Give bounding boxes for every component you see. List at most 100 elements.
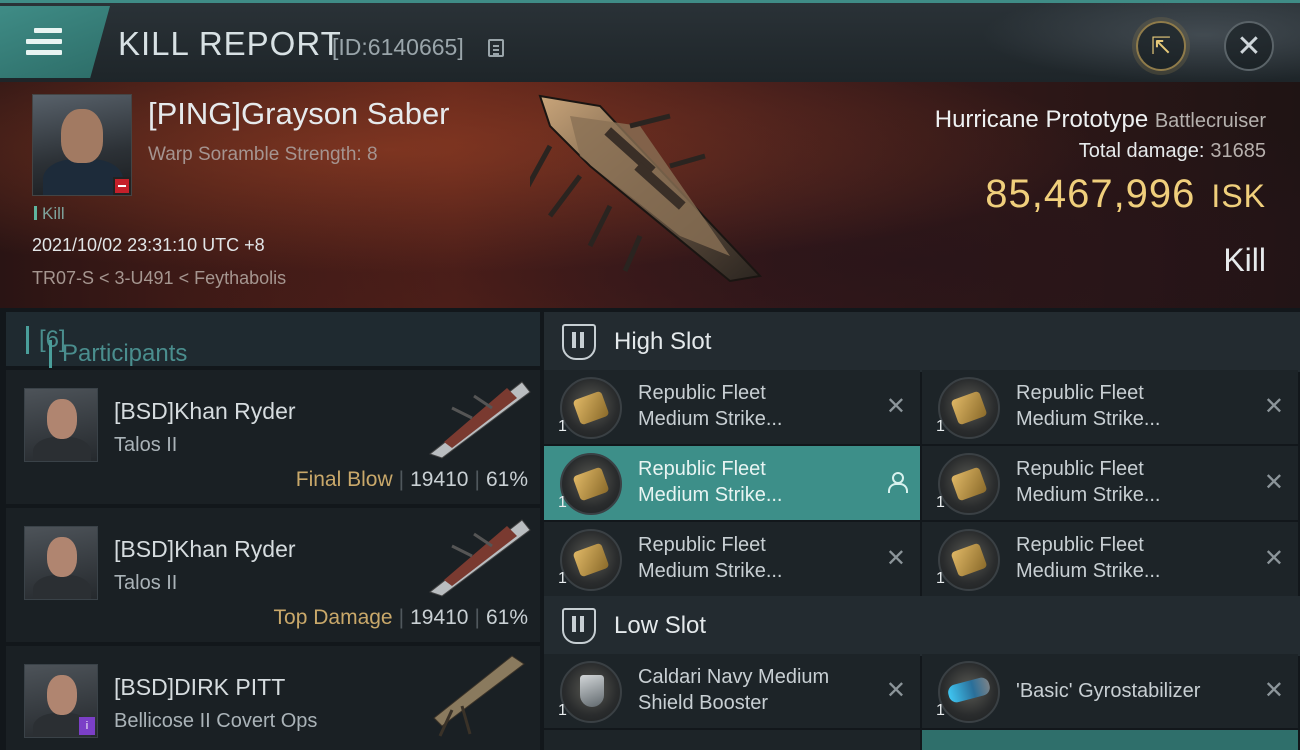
victim-portrait[interactable] — [32, 94, 132, 196]
module-item[interactable]: 1 Republic Fleet Medium Strike... ✕ — [922, 370, 1298, 444]
module-quantity: 1 — [558, 570, 567, 587]
kill-type-tag: Kill — [34, 204, 65, 224]
module-item[interactable]: 1 Republic Fleet Medium Strike... ✕ — [544, 522, 920, 596]
module-item[interactable]: 1 Republic Fleet Medium Strike... ✕ — [544, 370, 920, 444]
isk-value: 85,467,996 ISK — [985, 172, 1266, 217]
victim-ship-image[interactable] — [530, 86, 780, 296]
page-title: KILL REPORT — [118, 25, 342, 62]
module-item[interactable]: 1 Republic Fleet Medium Strike... ✕ — [922, 446, 1298, 520]
close-x-icon[interactable]: ✕ — [1264, 468, 1284, 496]
result-label: Kill — [1223, 242, 1266, 278]
low-slot-title: Low Slot — [614, 612, 707, 639]
low-slot-header: Low Slot — [544, 596, 1300, 656]
avatar[interactable]: i — [24, 664, 98, 738]
victim-name[interactable]: [PING]Grayson Saber — [148, 96, 450, 132]
module-name: Republic Fleet Medium Strike... — [1016, 382, 1161, 430]
close-x-icon[interactable]: ✕ — [886, 392, 906, 420]
menu-button[interactable] — [0, 6, 110, 78]
participant-row[interactable]: [BSD]Khan Ryder Talos II Final Blow | 1941… — [6, 370, 540, 504]
module-name: Republic Fleet Medium Strike... — [638, 382, 783, 430]
avatar[interactable] — [24, 388, 98, 462]
close-x-icon[interactable]: ✕ — [1264, 392, 1284, 420]
close-icon: ✕ — [1236, 28, 1262, 64]
ship-name-text: Hurricane Prototype — [934, 106, 1149, 133]
participant-ship-image — [433, 655, 525, 737]
participants-title: Participants — [49, 340, 187, 368]
module-item[interactable] — [922, 730, 1298, 750]
hostile-badge-icon — [113, 177, 131, 195]
slot-icon — [562, 608, 596, 644]
gyrostabilizer-module-icon — [938, 661, 1000, 723]
participant-stats: Top Damage | 19410 | 61% — [273, 606, 528, 629]
kill-location: TR07-S < 3-U491 < Feythabolis — [32, 268, 287, 288]
module-quantity: 1 — [936, 418, 945, 435]
participant-row[interactable]: i [BSD]DIRK PITT Bellicose II Covert Ops — [6, 646, 540, 750]
module-quantity: 1 — [558, 702, 567, 719]
module-item[interactable]: 1 'Basic' Gyrostabilizer ✕ — [922, 654, 1298, 728]
participant-name: [BSD]DIRK PITT — [114, 674, 286, 700]
module-name: Republic Fleet Medium Strike... — [1016, 458, 1161, 506]
module-item[interactable]: 1 Caldari Navy Medium Shield Booster ✕ — [544, 654, 920, 728]
participant-ship-image — [428, 519, 531, 597]
kill-id: [ID:6140665] — [332, 34, 464, 60]
total-damage-value: 31685 — [1210, 140, 1266, 162]
module-item[interactable] — [544, 730, 920, 750]
participant-ship: Talos II — [114, 434, 178, 456]
share-icon: ⇱ — [1150, 32, 1172, 60]
participant-row[interactable]: [BSD]Khan Ryder Talos II Top Damage | 1941… — [6, 508, 540, 642]
turret-module-icon — [560, 529, 622, 591]
module-name: 'Basic' Gyrostabilizer — [1016, 680, 1201, 702]
ship-class: Battlecruiser — [1154, 110, 1266, 132]
top-bar: KILL REPORT [ID:6140665] ⇱ ✕ — [0, 0, 1300, 83]
victim-banner: [PING]Grayson Saber Warp Soramble Streng… — [0, 82, 1300, 308]
module-name: Republic Fleet Medium Strike... — [1016, 534, 1161, 582]
close-x-icon[interactable]: ✕ — [886, 544, 906, 572]
victim-ship-name[interactable]: Hurricane Prototype Battlecruiser — [935, 106, 1266, 134]
close-x-icon[interactable]: ✕ — [1264, 544, 1284, 572]
module-item[interactable]: 1 Republic Fleet Medium Strike... ✕ — [922, 522, 1298, 596]
turret-module-icon — [938, 529, 1000, 591]
close-x-icon[interactable]: ✕ — [1264, 676, 1284, 704]
participant-ship: Bellicose II Covert Ops — [114, 710, 318, 732]
damage-percent: 61% — [485, 468, 528, 491]
high-slot-header: High Slot — [544, 312, 1300, 372]
user-icon[interactable] — [888, 472, 908, 493]
high-slot-title: High Slot — [614, 328, 712, 355]
shield-module-icon — [560, 661, 622, 723]
module-item-selected[interactable]: 1 Republic Fleet Medium Strike... — [544, 446, 920, 520]
module-quantity: 1 — [936, 570, 945, 587]
isk-unit: ISK — [1211, 178, 1266, 214]
turret-module-icon — [560, 453, 622, 515]
info-badge-icon: i — [79, 717, 95, 735]
damage-percent: 61% — [485, 606, 528, 629]
total-damage-label: Total damage: — [1078, 140, 1205, 162]
module-name: Caldari Navy Medium Shield Booster — [638, 666, 830, 714]
participant-name: [BSD]Khan Ryder — [114, 398, 296, 424]
participants-header[interactable]: Participants [6] — [6, 312, 540, 368]
module-name: Republic Fleet Medium Strike... — [638, 534, 783, 582]
participant-stats: Final Blow | 19410 | 61% — [295, 468, 528, 491]
final-blow-label: Final Blow — [295, 468, 393, 491]
total-damage: Total damage: 31685 — [1079, 140, 1266, 163]
warp-strength: Warp Soramble Strength: 8 — [148, 144, 378, 165]
share-button[interactable]: ⇱ — [1136, 21, 1186, 71]
module-quantity: 1 — [558, 418, 567, 435]
turret-module-icon — [938, 377, 1000, 439]
slot-icon — [562, 324, 596, 360]
damage-value: 19410 — [410, 468, 469, 491]
module-name: Republic Fleet Medium Strike... — [638, 458, 783, 506]
top-damage-label: Top Damage — [273, 606, 393, 629]
close-x-icon[interactable]: ✕ — [886, 676, 906, 704]
participant-name: [BSD]Khan Ryder — [114, 536, 296, 562]
module-quantity: 1 — [936, 494, 945, 511]
turret-module-icon — [560, 377, 622, 439]
close-button[interactable]: ✕ — [1224, 21, 1274, 71]
copy-icon[interactable] — [488, 39, 504, 57]
module-quantity: 1 — [936, 702, 945, 719]
avatar[interactable] — [24, 526, 98, 600]
damage-value: 19410 — [410, 606, 469, 629]
isk-amount: 85,467,996 — [985, 172, 1196, 216]
participant-ship: Talos II — [114, 572, 178, 594]
module-quantity: 1 — [558, 494, 567, 511]
participant-ship-image — [428, 381, 531, 459]
